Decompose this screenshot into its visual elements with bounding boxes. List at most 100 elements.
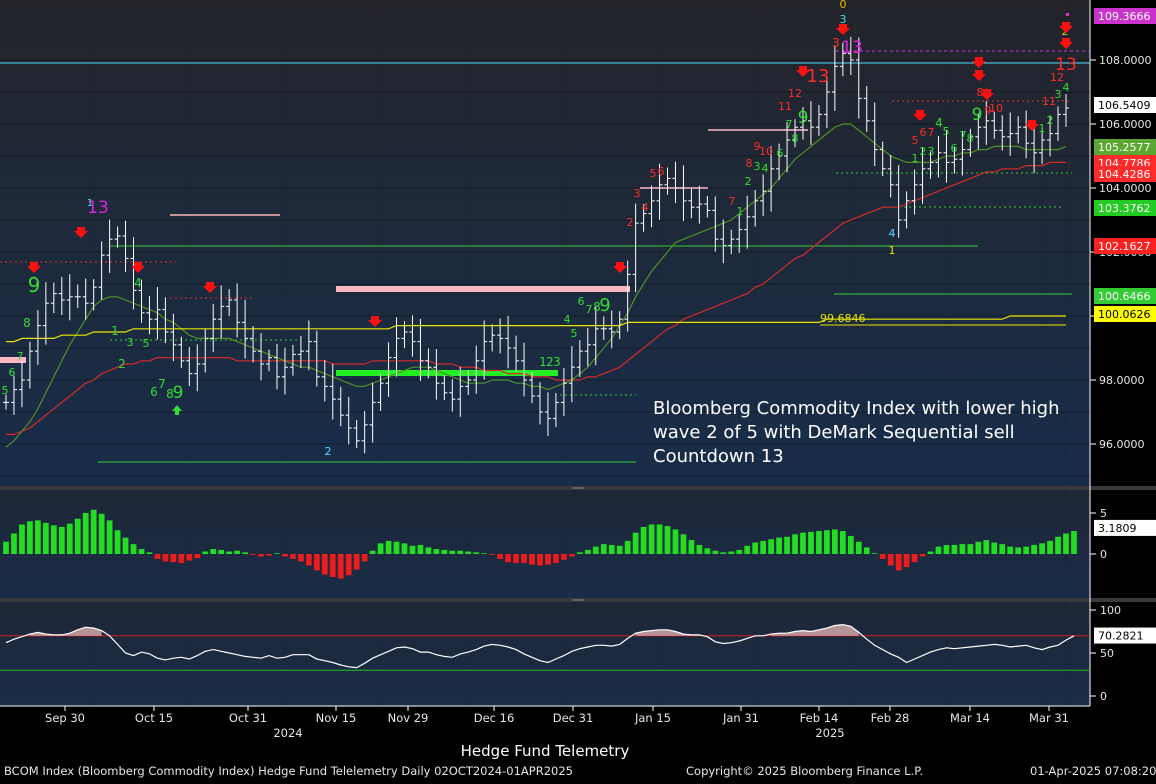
osc-bar — [561, 554, 567, 560]
price-label-text: 102.1627 — [1098, 240, 1151, 253]
demark-count: 5 — [143, 337, 150, 350]
price-label-text: 100.6466 — [1098, 290, 1151, 303]
x-tick-label: Jan 31 — [722, 711, 759, 725]
demark-count: 6 — [9, 366, 16, 379]
osc-bar — [839, 531, 846, 554]
x-year-label: 2024 — [273, 726, 302, 740]
demark-count: 6 — [777, 147, 784, 160]
demark-count: 1 — [87, 198, 93, 209]
osc-bar — [162, 554, 169, 562]
osc-bar — [720, 552, 727, 554]
demark-count: 3 — [832, 36, 840, 50]
osc-bar — [425, 547, 432, 554]
osc-bar — [321, 554, 328, 575]
osc-y-tick-label: 0 — [1100, 548, 1107, 561]
demark-count: 4 — [564, 313, 571, 326]
osc-bar — [600, 544, 607, 554]
demark-count: 6 — [150, 385, 158, 399]
osc-bar — [337, 554, 344, 579]
osc-bar — [409, 545, 416, 554]
rsi-y-tick-label: 0 — [1100, 690, 1107, 703]
demark-count: 3 — [127, 336, 134, 349]
rsi-label-text: 70.2821 — [1098, 630, 1144, 643]
demark-count: 6 — [951, 142, 958, 155]
x-tick-label: Jan 15 — [634, 711, 671, 725]
x-tick-label: Dec 31 — [553, 711, 594, 725]
osc-bar — [664, 526, 671, 554]
osc-bar — [680, 534, 687, 554]
demark-count: 4 — [889, 227, 896, 240]
osc-bar — [808, 531, 814, 554]
osc-bar — [736, 549, 743, 554]
osc-bar — [35, 520, 41, 554]
price-label-text: 104.4286 — [1098, 168, 1151, 181]
demark-count: 3 — [634, 187, 641, 200]
demark-count: 6 — [658, 165, 665, 178]
osc-bar — [1007, 546, 1014, 554]
x-tick-label: Mar 14 — [950, 711, 990, 725]
osc-bar — [27, 521, 33, 554]
osc-bar — [353, 554, 360, 570]
demark-count: 2 — [118, 357, 126, 371]
demark-count: 4 — [762, 162, 769, 175]
demark-count: 13 — [841, 38, 863, 58]
osc-bar — [1023, 546, 1030, 554]
osc-bar — [433, 549, 440, 554]
osc-bar — [473, 552, 480, 554]
osc-bar — [465, 551, 472, 554]
demark-count: 6 — [920, 126, 927, 139]
osc-bar — [824, 530, 830, 554]
demark-count: 5 — [2, 384, 9, 397]
osc-bar — [401, 543, 408, 554]
osc-bar — [728, 551, 735, 554]
osc-bar — [1031, 544, 1037, 554]
price-label-text: 106.5409 — [1098, 99, 1151, 112]
rsi-y-tick-label: 100 — [1100, 604, 1121, 617]
demark-count: 1 — [912, 152, 919, 165]
osc-bar — [138, 549, 145, 554]
demark-count: 0 — [840, 0, 847, 11]
osc-bar — [919, 554, 926, 557]
x-tick-label: Nov 29 — [388, 711, 429, 725]
demark-count: 9 — [798, 108, 809, 128]
osc-bar — [489, 554, 496, 555]
osc-bar — [234, 550, 240, 554]
osc-bar — [194, 554, 201, 559]
oscillator-panel-bg — [0, 490, 1090, 598]
osc-bar — [305, 554, 312, 566]
osc-bar — [529, 554, 535, 565]
osc-bar — [393, 541, 400, 554]
demark-count: 10 — [989, 102, 1003, 115]
demark-count: 3 — [553, 355, 561, 369]
demark-count: 8 — [23, 316, 31, 330]
demark-count: 7 — [586, 303, 593, 316]
demark-count: 11 — [778, 100, 792, 113]
demark-count: 4 — [642, 201, 649, 214]
osc-bar — [266, 554, 272, 556]
osc-bar — [959, 544, 966, 554]
price-label-text: 103.3762 — [1098, 202, 1151, 215]
osc-bar — [752, 542, 759, 554]
osc-bar — [313, 554, 320, 571]
demark-count: 8 — [792, 132, 799, 145]
osc-bar — [186, 554, 193, 561]
osc-bar — [377, 543, 384, 554]
osc-bar — [863, 547, 870, 554]
osc-bar — [497, 554, 504, 559]
osc-bar — [672, 529, 679, 554]
osc-bar — [226, 551, 233, 554]
osc-bar — [66, 523, 73, 554]
chart-canvas: 9813145312678956721 2 34567 892345 6123 46789… — [0, 0, 1156, 780]
demark-count: 8 — [746, 157, 753, 170]
osc-bar — [178, 554, 185, 564]
osc-bar — [1063, 533, 1069, 554]
osc-bar — [568, 554, 575, 557]
demark-count: 2 — [325, 445, 332, 458]
osc-bar — [3, 541, 9, 554]
osc-bar — [58, 526, 65, 554]
osc-bar — [832, 529, 838, 554]
osc-bar — [879, 554, 886, 559]
demark-count: 9 — [173, 383, 184, 403]
osc-bar — [792, 534, 798, 554]
osc-bar — [704, 548, 711, 554]
